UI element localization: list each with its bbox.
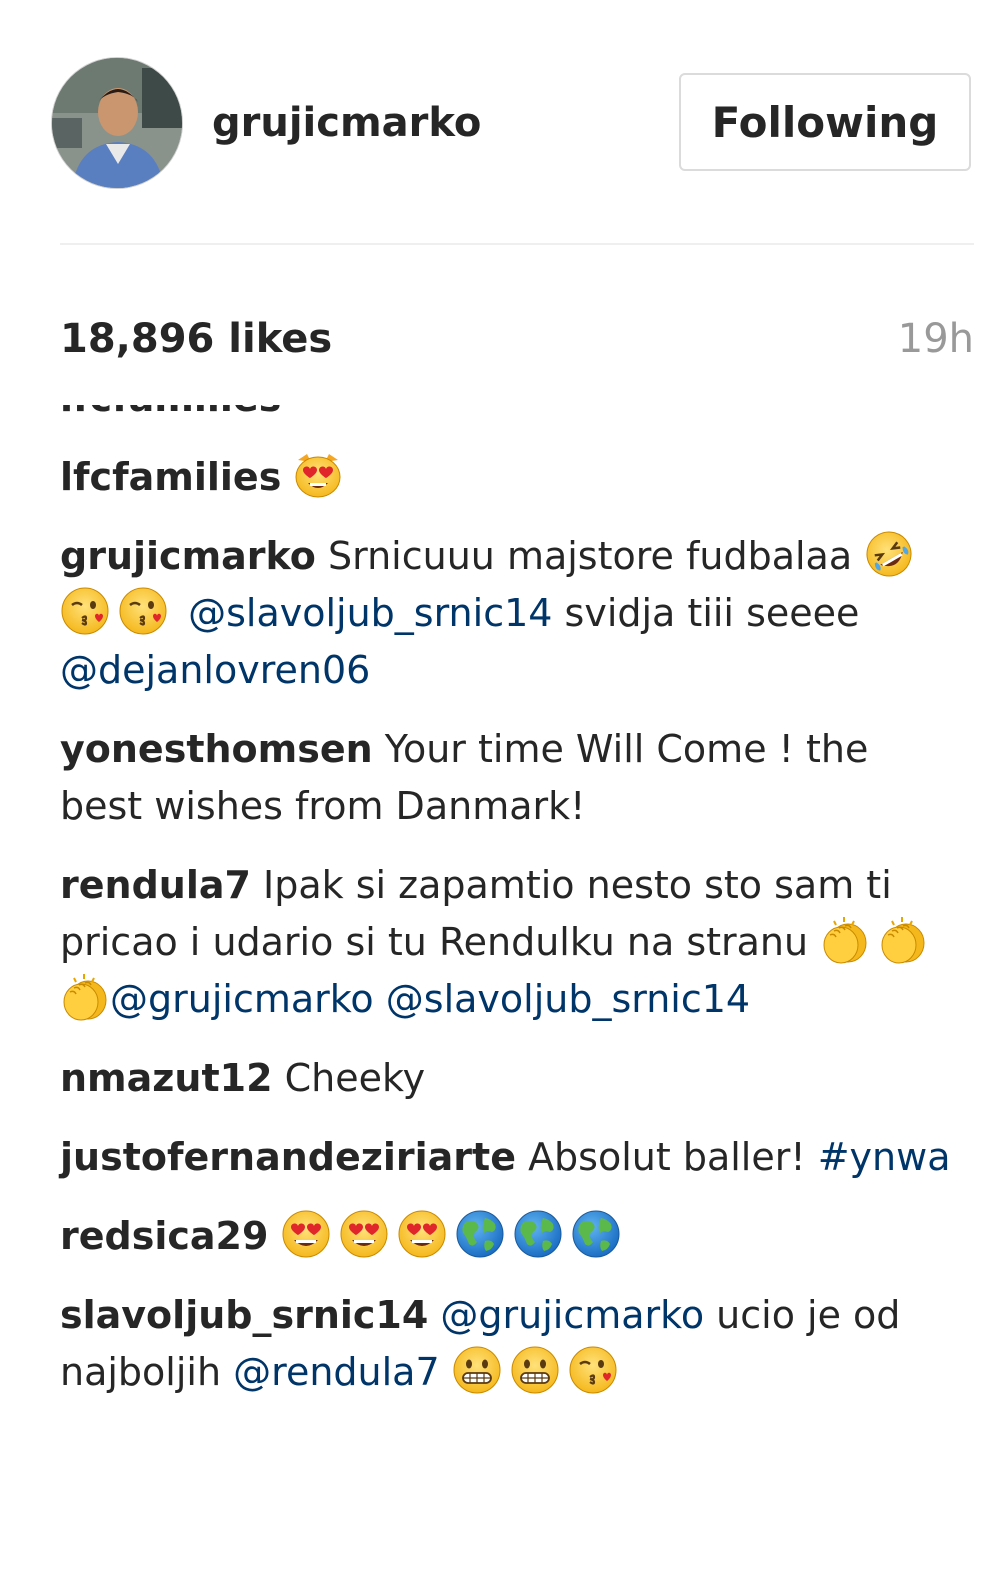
comment-username[interactable]: rendula7 <box>60 863 251 907</box>
post-author-username[interactable]: grujicmarko <box>212 100 481 146</box>
mention-link[interactable]: @rendula7 <box>233 1350 439 1394</box>
post-meta: 18,896 likes 19h <box>60 312 974 372</box>
comment: yonesthomsen Your time Will Come ! the b… <box>60 721 960 835</box>
comment-username[interactable]: slavoljub_srnic14 <box>60 1293 428 1337</box>
comment-username[interactable]: justofernandeziriarte <box>60 1135 516 1179</box>
comment: rendula7 Ipak si zapamtio nesto sto sam … <box>60 857 960 1028</box>
kissing-wink-icon <box>118 586 168 636</box>
following-button[interactable]: Following <box>679 73 971 171</box>
comment-username[interactable]: grujicmarko <box>60 534 316 578</box>
comment-username[interactable]: yonesthomsen <box>60 727 373 771</box>
rofl-icon <box>864 529 914 579</box>
comment-text: svidja tiii seeee <box>564 591 860 635</box>
comment-username[interactable]: lfcfamilies <box>60 455 281 499</box>
mention-link[interactable]: @grujicmarko <box>440 1293 704 1337</box>
comment: grujicmarko Srnicuuu majstore fudbalaa @… <box>60 528 960 699</box>
heart-eyes-icon <box>339 1209 389 1259</box>
avatar-photo <box>52 58 182 188</box>
heart-eyes-cat-icon <box>293 450 343 500</box>
clapping-hands-icon <box>820 915 870 965</box>
comment-username[interactable]: lfcfamilies <box>60 405 281 420</box>
post-header: grujicmarko Following <box>0 0 1000 245</box>
heart-icon <box>293 405 343 421</box>
comment: justofernandeziriarte Absolut baller! #y… <box>60 1129 960 1186</box>
likes-count[interactable]: 18,896 likes <box>60 316 332 362</box>
globe-icon <box>513 1209 563 1259</box>
mention-link[interactable]: @grujicmarko <box>110 977 374 1021</box>
mention-link[interactable]: @slavoljub_srnic14 <box>188 591 552 635</box>
kissing-wink-icon <box>60 586 110 636</box>
kissing-wink-icon <box>568 1345 618 1395</box>
comment-text: Absolut baller! <box>528 1135 806 1179</box>
comment: slavoljub_srnic14 @grujicmarko ucio je o… <box>60 1287 960 1401</box>
comment-text: Cheeky <box>284 1056 426 1100</box>
mention-link[interactable]: @slavoljub_srnic14 <box>386 977 750 1021</box>
clapping-hands-icon <box>60 972 110 1022</box>
comment: lfcfamilies <box>60 449 960 506</box>
header-divider <box>60 243 974 245</box>
grinning-icon <box>452 1345 502 1395</box>
avatar[interactable] <box>52 58 182 188</box>
comment: redsica29 <box>60 1208 960 1265</box>
comment: lfcfamilies <box>60 405 960 427</box>
post-timestamp[interactable]: 19h <box>898 316 974 362</box>
comments-list[interactable]: lfcfamilies lfcfamilies grujicmarko Srni… <box>0 405 1000 1570</box>
hashtag-link[interactable]: #ynwa <box>818 1135 951 1179</box>
heart-eyes-icon <box>397 1209 447 1259</box>
comment: nmazut12 Cheeky <box>60 1050 960 1107</box>
comment-username[interactable]: redsica29 <box>60 1214 268 1258</box>
comment-username[interactable]: nmazut12 <box>60 1056 273 1100</box>
comment-text: Srnicuuu majstore fudbalaa <box>328 534 853 578</box>
clapping-hands-icon <box>878 915 928 965</box>
globe-icon <box>455 1209 505 1259</box>
grinning-icon <box>510 1345 560 1395</box>
heart-eyes-icon <box>281 1209 331 1259</box>
globe-icon <box>571 1209 621 1259</box>
mention-link[interactable]: @dejanlovren06 <box>60 648 370 692</box>
